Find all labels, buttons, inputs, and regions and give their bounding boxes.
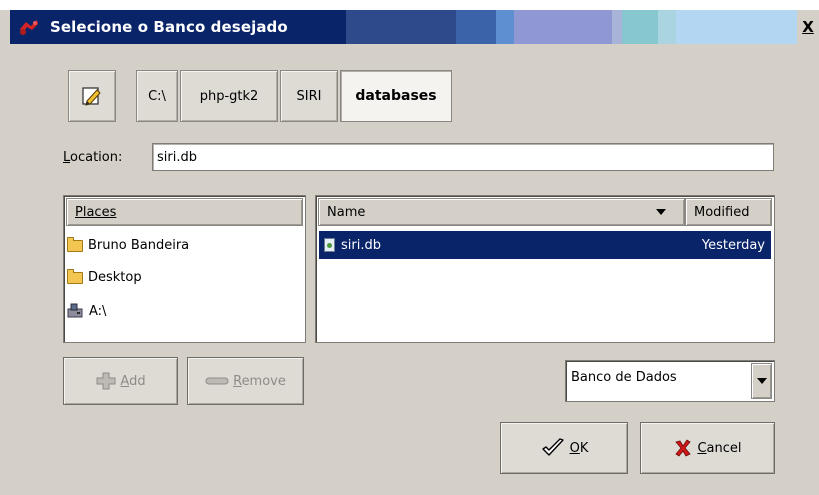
add-button[interactable]: Add	[63, 357, 178, 405]
place-item-label: Bruno Bandeira	[88, 237, 190, 253]
cancel-button[interactable]: Cancel	[640, 422, 775, 474]
path-segment-label: databases	[355, 88, 437, 104]
remove-label-rest: emove	[241, 373, 286, 389]
path-segment-label: php-gtk2	[199, 88, 259, 104]
location-label: Location:	[63, 150, 122, 165]
remove-mnemonic: R	[233, 373, 242, 389]
path-segment-label: C:\	[148, 88, 166, 104]
add-mnemonic: A	[120, 373, 130, 389]
place-item-bruno-bandeira[interactable]: Bruno Bandeira	[67, 233, 189, 257]
edit-icon	[82, 87, 101, 106]
title-bar-gradient	[496, 10, 514, 44]
place-item-label: Desktop	[88, 269, 142, 285]
cancel-label-rest: ancel	[706, 440, 742, 456]
location-input[interactable]: siri.db	[152, 143, 774, 171]
place-item-label: A:\	[89, 303, 107, 319]
checkmark-icon	[541, 438, 564, 456]
name-column-header[interactable]: Name	[318, 198, 685, 226]
files-panel: Name Modified siri.db Yesterday	[315, 195, 775, 343]
close-icon: X	[802, 18, 814, 36]
add-icon	[96, 372, 116, 390]
path-segment-php-gtk2[interactable]: php-gtk2	[180, 70, 278, 122]
places-header[interactable]: Places	[66, 198, 303, 226]
file-modified: Yesterday	[701, 237, 765, 253]
title-bar-gradient	[676, 10, 797, 44]
title-bar-gradient	[612, 10, 622, 44]
app-icon	[20, 20, 38, 35]
floppy-drive-icon	[67, 303, 83, 318]
location-label-mnemonic: L	[63, 150, 71, 165]
ok-mnemonic: O	[569, 440, 580, 456]
cancel-mnemonic: C	[697, 440, 707, 456]
database-file-icon	[324, 238, 335, 252]
title-bar-gradient	[658, 10, 676, 44]
remove-icon	[205, 377, 229, 385]
title-bar-gradient	[622, 10, 658, 44]
title-bar-gradient	[514, 10, 612, 44]
places-panel: Places Bruno Bandeira Desktop A:\	[63, 195, 306, 343]
sort-descending-icon	[656, 209, 666, 215]
location-label-rest: ocation:	[70, 150, 123, 165]
cancel-x-icon	[675, 439, 692, 457]
name-column-label: Name	[327, 204, 366, 220]
path-segment-label: SIRI	[296, 88, 322, 104]
folder-icon	[67, 269, 83, 284]
folder-icon	[67, 237, 83, 252]
path-segment-siri[interactable]: SIRI	[280, 70, 338, 122]
title-bar[interactable]: Selecione o Banco desejado X	[10, 10, 819, 44]
location-input-value: siri.db	[157, 149, 197, 165]
file-row-siri-db[interactable]: siri.db Yesterday	[319, 231, 771, 259]
modified-column-label: Modified	[694, 204, 750, 220]
window-title: Selecione o Banco desejado	[50, 18, 288, 36]
modified-column-header[interactable]: Modified	[685, 198, 772, 226]
place-item-desktop[interactable]: Desktop	[67, 265, 142, 289]
path-segment-databases[interactable]: databases	[340, 70, 452, 122]
combo-dropdown-button[interactable]	[751, 363, 772, 399]
file-type-filter-value: Banco de Dados	[571, 370, 677, 385]
chevron-down-icon	[756, 378, 767, 384]
title-bar-gradient	[456, 10, 496, 44]
places-header-label: Places	[75, 204, 117, 220]
ok-button[interactable]: OK	[500, 422, 628, 474]
file-type-filter-combo[interactable]: Banco de Dados	[565, 360, 775, 402]
edit-location-button[interactable]	[68, 70, 116, 122]
close-button[interactable]: X	[797, 10, 819, 44]
path-segment-c[interactable]: C:\	[136, 70, 178, 122]
add-label-rest: dd	[129, 373, 146, 389]
file-name: siri.db	[341, 237, 381, 253]
ok-label-rest: K	[579, 440, 589, 456]
title-bar-main: Selecione o Banco desejado	[10, 10, 346, 44]
remove-button[interactable]: Remove	[187, 357, 304, 405]
place-item-a-drive[interactable]: A:\	[67, 299, 106, 323]
title-bar-gradient	[346, 10, 456, 44]
